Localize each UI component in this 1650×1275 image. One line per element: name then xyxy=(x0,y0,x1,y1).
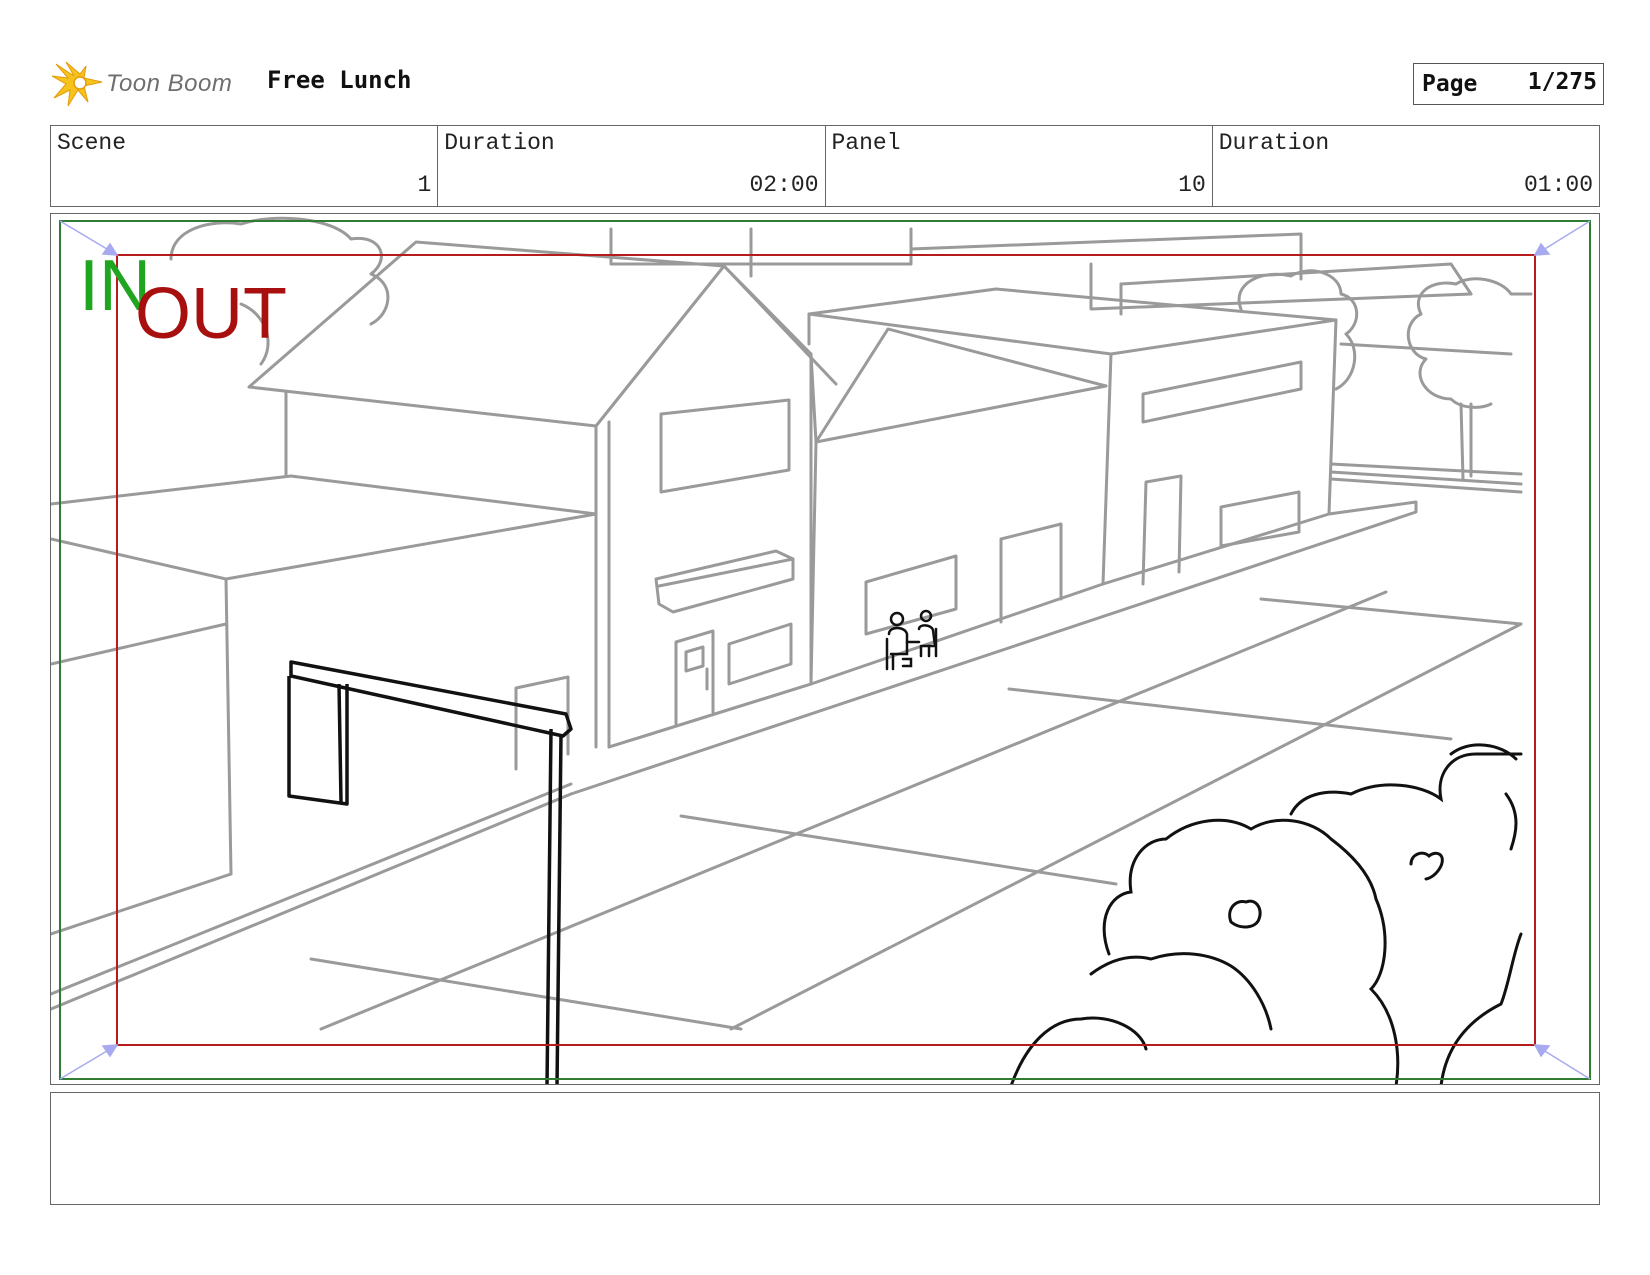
out-marker: OUT xyxy=(135,274,287,354)
panel-duration-value: 01:00 xyxy=(1523,172,1593,198)
logo-text: Toon Boom xyxy=(106,70,233,97)
characters-sketch xyxy=(885,609,938,671)
bush-sketch xyxy=(1010,743,1523,1084)
panel-info-table: Scene 1 Duration 02:00 Panel 10 Duration… xyxy=(50,125,1600,207)
panel-notes-area[interactable] xyxy=(50,1092,1600,1205)
storyboard-header: Toon Boom Free Lunch Page 1/275 xyxy=(51,56,1604,112)
scene-duration-value: 02:00 xyxy=(749,172,819,198)
street-sign-sketch xyxy=(287,660,573,1084)
scene-cell: Scene 1 xyxy=(51,126,439,206)
scene-label: Scene xyxy=(57,130,127,156)
frame-corner-guides xyxy=(59,220,1591,1080)
panel-duration-cell: Duration 01:00 xyxy=(1213,126,1599,206)
page-number: 1/275 xyxy=(1527,69,1597,95)
panel-label: Panel xyxy=(831,130,901,156)
storyboard-panel[interactable]: IN OUT xyxy=(50,213,1600,1085)
project-title: Free Lunch xyxy=(267,66,412,94)
panel-value: 10 xyxy=(1178,172,1206,198)
panel-cell: Panel 10 xyxy=(826,126,1213,206)
scene-duration-cell: Duration 02:00 xyxy=(438,126,826,206)
scene-duration-label: Duration xyxy=(444,130,555,156)
safe-frame xyxy=(59,220,1591,1080)
page-indicator: Page 1/275 xyxy=(1413,63,1604,105)
page-label: Page xyxy=(1422,71,1478,97)
starburst-icon xyxy=(51,61,103,107)
toon-boom-logo: Toon Boom xyxy=(51,58,252,110)
panel-duration-label: Duration xyxy=(1218,130,1330,156)
scene-value: 1 xyxy=(417,172,432,198)
